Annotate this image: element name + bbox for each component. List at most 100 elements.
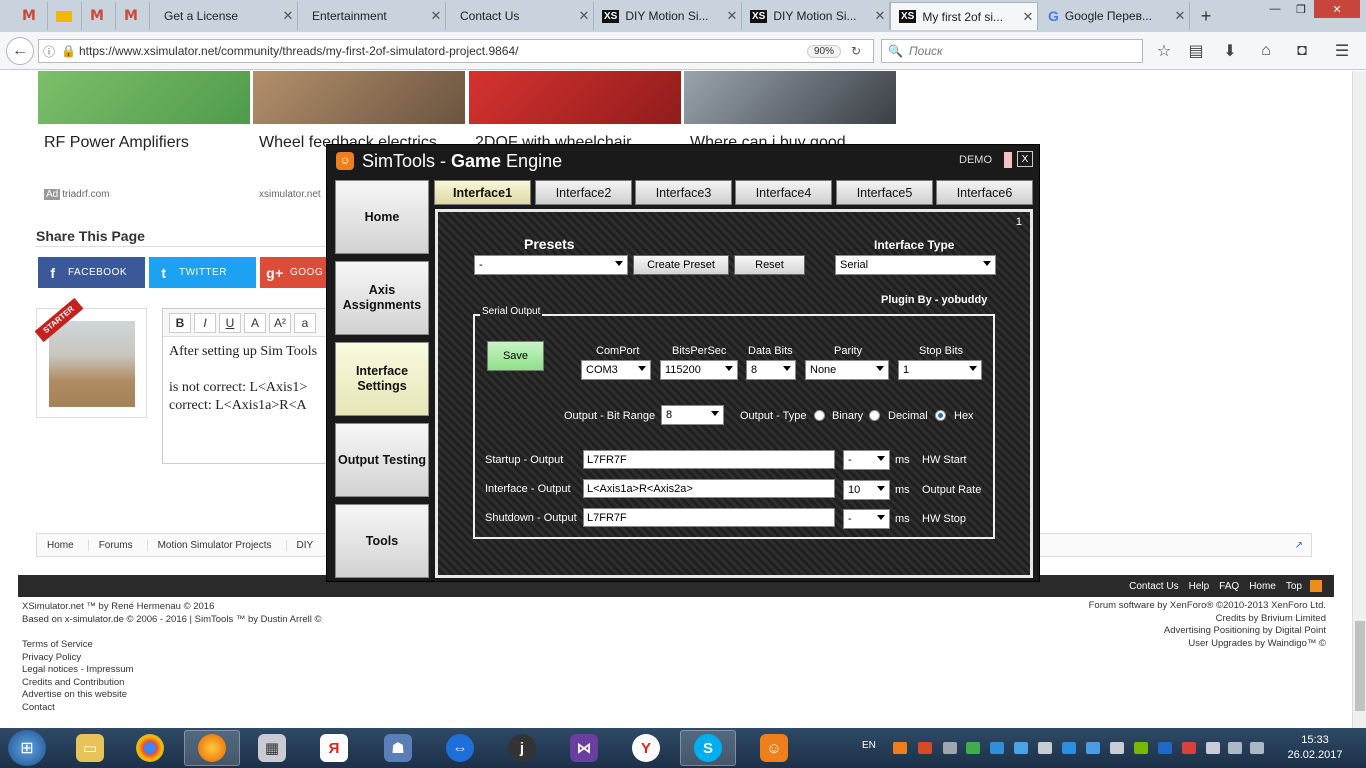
font-family-button[interactable]: a — [294, 312, 316, 333]
battery-icon[interactable] — [1206, 742, 1220, 754]
tab-interface3[interactable]: Interface3 — [635, 180, 732, 205]
scrollbar-thumb[interactable] — [1355, 621, 1365, 711]
interface-output-field[interactable]: L<Axis1a>R<Axis2a> — [583, 479, 835, 498]
shutdown-output-field[interactable]: L7FR7F — [583, 508, 835, 527]
twitter-share-button[interactable]: t TWITTER — [149, 257, 256, 288]
close-tab-icon[interactable]: ✕ — [1019, 9, 1037, 25]
home-icon[interactable]: ⌂ — [1253, 38, 1279, 64]
tray-app-icon[interactable] — [966, 742, 980, 754]
font-color-button[interactable]: A — [244, 312, 266, 333]
rss-icon[interactable] — [1310, 580, 1322, 592]
system-clock[interactable]: 15:33 26.02.2017 — [1270, 733, 1360, 763]
breadcrumb-item[interactable]: Home — [37, 539, 89, 551]
minimize-window-button[interactable]: — — [1262, 0, 1288, 18]
parity-dropdown[interactable]: None — [805, 360, 889, 380]
footer-link[interactable]: Help — [1189, 581, 1210, 592]
credit-line[interactable]: Advertising Positioning by Digital Point — [1089, 625, 1326, 638]
close-window-button[interactable]: ✕ — [1314, 0, 1360, 18]
nav-tools-button[interactable]: Tools — [335, 504, 429, 578]
tab-interface6[interactable]: Interface6 — [936, 180, 1033, 205]
footer-link[interactable]: Legal notices - Impressum — [22, 664, 133, 677]
tab-mail[interactable] — [48, 2, 82, 30]
maximize-window-button[interactable]: ❐ — [1288, 0, 1314, 18]
footer-link[interactable]: Advertise on this website — [22, 689, 133, 702]
tray-app-icon[interactable] — [918, 742, 932, 754]
credit-line[interactable]: Credits by Brivium Limited — [1089, 613, 1326, 626]
taskbar-calculator[interactable]: ▦ — [244, 730, 300, 766]
volume-icon[interactable] — [1250, 742, 1264, 754]
facebook-share-button[interactable]: f FACEBOOK — [38, 257, 145, 288]
create-preset-button[interactable]: Create Preset — [633, 255, 729, 275]
signal-icon[interactable] — [1228, 742, 1242, 754]
close-tab-icon[interactable]: ✕ — [871, 8, 889, 24]
tray-app-icon[interactable] — [1182, 742, 1196, 754]
tray-app-icon[interactable] — [1086, 742, 1100, 754]
tab-get-license[interactable]: Get a License ✕ — [150, 2, 298, 30]
close-button[interactable]: X — [1017, 151, 1033, 167]
page-scrollbar[interactable] — [1352, 71, 1366, 728]
tab-interface5[interactable]: Interface5 — [836, 180, 933, 205]
footer-link[interactable]: Credits and Contribution — [22, 677, 133, 690]
close-tab-icon[interactable]: ✕ — [575, 8, 593, 24]
breadcrumb-item[interactable]: DIY — [287, 539, 329, 551]
interface-type-dropdown[interactable]: Serial — [835, 255, 996, 275]
tab-interface1[interactable]: Interface1 — [434, 180, 531, 205]
nav-output-testing-button[interactable]: Output Testing — [335, 423, 429, 497]
tab-google-translate[interactable]: G Google Перев... ✕ — [1040, 2, 1190, 30]
avatar[interactable] — [49, 321, 135, 407]
startup-output-field[interactable]: L7FR7F — [583, 450, 835, 469]
taskbar-skype[interactable]: S — [680, 730, 736, 766]
taskbar-j-app[interactable]: j — [494, 730, 550, 766]
tab-my-first-2of[interactable]: XS My first 2of si... ✕ — [890, 2, 1038, 30]
close-tab-icon[interactable]: ✕ — [723, 8, 741, 24]
tab-contact-us[interactable]: Contact Us ✕ — [446, 2, 594, 30]
download-icon[interactable]: ⬇ — [1217, 38, 1243, 64]
tab-entertainment[interactable]: Entertainment ✕ — [298, 2, 446, 30]
tab-diy-motion-2[interactable]: XS DIY Motion Si... ✕ — [742, 2, 890, 30]
footer-link[interactable]: Contact Us — [1129, 581, 1178, 592]
nvidia-icon[interactable] — [1134, 742, 1148, 754]
language-indicator[interactable]: EN — [862, 740, 876, 751]
bold-button[interactable]: B — [169, 312, 191, 333]
bluetooth-icon[interactable] — [1158, 742, 1172, 754]
google-share-button[interactable]: g+ GOOG — [260, 257, 330, 288]
tab-diy-motion-1[interactable]: XS DIY Motion Si... ✕ — [594, 2, 742, 30]
tray-app-icon[interactable] — [1110, 742, 1124, 754]
taskbar-yandex-browser[interactable]: Y — [618, 730, 674, 766]
reply-editor[interactable]: B I U A A² a After setting up Sim Tools … — [162, 308, 342, 464]
presets-dropdown[interactable]: - — [474, 255, 628, 275]
tray-app-icon[interactable] — [1038, 742, 1052, 754]
taskbar-visual-studio[interactable]: ⋈ — [556, 730, 612, 766]
taskbar-yandex[interactable]: Я — [306, 730, 362, 766]
reading-list-icon[interactable]: ▤ — [1183, 38, 1209, 64]
tray-app-icon[interactable] — [893, 742, 907, 754]
search-input[interactable]: 🔍 Поиск — [881, 39, 1143, 63]
new-tab-button[interactable]: + — [1193, 2, 1219, 30]
taskbar-chrome[interactable] — [122, 730, 178, 766]
nav-home-button[interactable]: Home — [335, 180, 429, 254]
footer-link[interactable]: Contact — [22, 702, 133, 715]
tray-app-icon[interactable] — [1014, 742, 1028, 754]
address-bar[interactable]: ⓘ 🔒 https://www.xsimulator.net/community… — [38, 39, 874, 63]
underline-button[interactable]: U — [219, 312, 241, 333]
tab-gmail-2[interactable]: M — [82, 2, 116, 30]
binary-radio[interactable] — [814, 410, 825, 421]
editor-content[interactable]: After setting up Sim Tools is not correc… — [163, 337, 341, 421]
tab-interface2[interactable]: Interface2 — [535, 180, 632, 205]
tray-app-icon[interactable] — [943, 742, 957, 754]
zoom-badge[interactable]: 90% — [806, 44, 841, 58]
font-size-button[interactable]: A² — [269, 312, 291, 333]
simtools-title-bar[interactable]: ☺ SimTools - Game Engine DEMO X — [327, 145, 1041, 177]
start-button[interactable]: ⊞ — [8, 730, 46, 766]
menu-icon[interactable]: ☰ — [1329, 38, 1355, 64]
hex-radio[interactable] — [935, 410, 946, 421]
stopbits-dropdown[interactable]: 1 — [898, 360, 982, 380]
bitspersec-dropdown[interactable]: 115200 — [660, 360, 738, 380]
back-button[interactable]: ← — [6, 37, 34, 65]
reset-button[interactable]: Reset — [734, 255, 805, 275]
tab-gmail-3[interactable]: M — [116, 2, 150, 30]
reload-icon[interactable]: ↻ — [851, 44, 873, 58]
credit-line[interactable]: Forum software by XenForo® ©2010-2013 Xe… — [1089, 600, 1326, 613]
breadcrumb-item[interactable]: Forums — [89, 539, 148, 551]
output-rate-dropdown[interactable]: 10 — [843, 480, 890, 500]
